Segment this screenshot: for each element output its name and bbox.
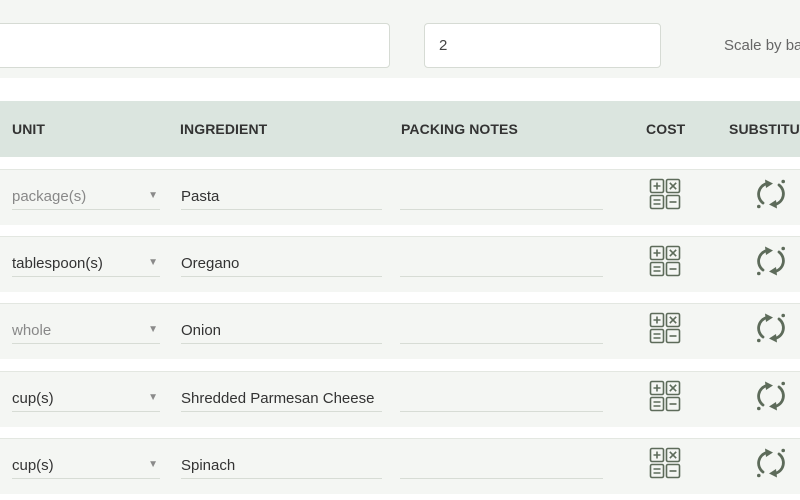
unit-select[interactable]: cup(s) ▼ <box>12 455 160 479</box>
packing-notes-field[interactable] <box>400 320 603 344</box>
chevron-down-icon: ▼ <box>148 459 158 470</box>
ingredient-field[interactable]: Pasta <box>181 186 382 210</box>
ingredient-field[interactable]: Onion <box>181 320 382 344</box>
swap-cycle-icon[interactable] <box>754 244 788 278</box>
header-packing-notes: PACKING NOTES <box>401 121 518 137</box>
scale-by-label: Scale by ba <box>724 37 800 54</box>
header-unit: UNIT <box>12 121 46 137</box>
unit-select-value: tablespoon(s) <box>12 255 103 272</box>
unit-select[interactable]: whole ▼ <box>12 320 160 344</box>
packing-notes-field[interactable] <box>400 186 603 210</box>
table-row: cup(s) ▼ Spinach <box>0 438 800 494</box>
calculator-icon[interactable] <box>649 312 681 344</box>
chevron-down-icon: ▼ <box>148 392 158 403</box>
header-substitute: SUBSTITUT <box>729 121 800 137</box>
swap-cycle-icon[interactable] <box>754 311 788 345</box>
recipe-input[interactable] <box>0 23 390 68</box>
swap-cycle-icon[interactable] <box>754 446 788 480</box>
ingredient-field[interactable]: Shredded Parmesan Cheese <box>181 388 382 412</box>
swap-cycle-icon[interactable] <box>754 177 788 211</box>
unit-select-value: cup(s) <box>12 390 54 407</box>
chevron-down-icon: ▼ <box>148 190 158 201</box>
scale-toolbar: 2 Scale by ba <box>0 0 800 78</box>
unit-select-value: whole <box>12 322 52 339</box>
ingredient-field[interactable]: Spinach <box>181 455 382 479</box>
calculator-icon[interactable] <box>649 380 681 412</box>
calculator-icon[interactable] <box>649 178 681 210</box>
packing-notes-field[interactable] <box>400 455 603 479</box>
table-header: UNIT INGREDIENT PACKING NOTES COST SUBST… <box>0 101 800 157</box>
scale-input[interactable]: 2 <box>424 23 661 68</box>
calculator-icon[interactable] <box>649 447 681 479</box>
packing-notes-field[interactable] <box>400 388 603 412</box>
calculator-icon[interactable] <box>649 245 681 277</box>
unit-select[interactable]: tablespoon(s) ▼ <box>12 253 160 277</box>
unit-select[interactable]: cup(s) ▼ <box>12 388 160 412</box>
unit-select[interactable]: package(s) ▼ <box>12 186 160 210</box>
packing-notes-field[interactable] <box>400 253 603 277</box>
ingredient-field[interactable]: Oregano <box>181 253 382 277</box>
unit-select-value: package(s) <box>12 188 87 205</box>
header-cost: COST <box>646 121 686 137</box>
table-row: tablespoon(s) ▼ Oregano <box>0 236 800 292</box>
table-row: cup(s) ▼ Shredded Parmesan Cheese <box>0 371 800 427</box>
unit-select-value: cup(s) <box>12 457 54 474</box>
table-row: package(s) ▼ Pasta <box>0 169 800 225</box>
swap-cycle-icon[interactable] <box>754 379 788 413</box>
table-row: whole ▼ Onion <box>0 303 800 359</box>
chevron-down-icon: ▼ <box>148 324 158 335</box>
chevron-down-icon: ▼ <box>148 257 158 268</box>
header-ingredient: INGREDIENT <box>180 121 268 137</box>
